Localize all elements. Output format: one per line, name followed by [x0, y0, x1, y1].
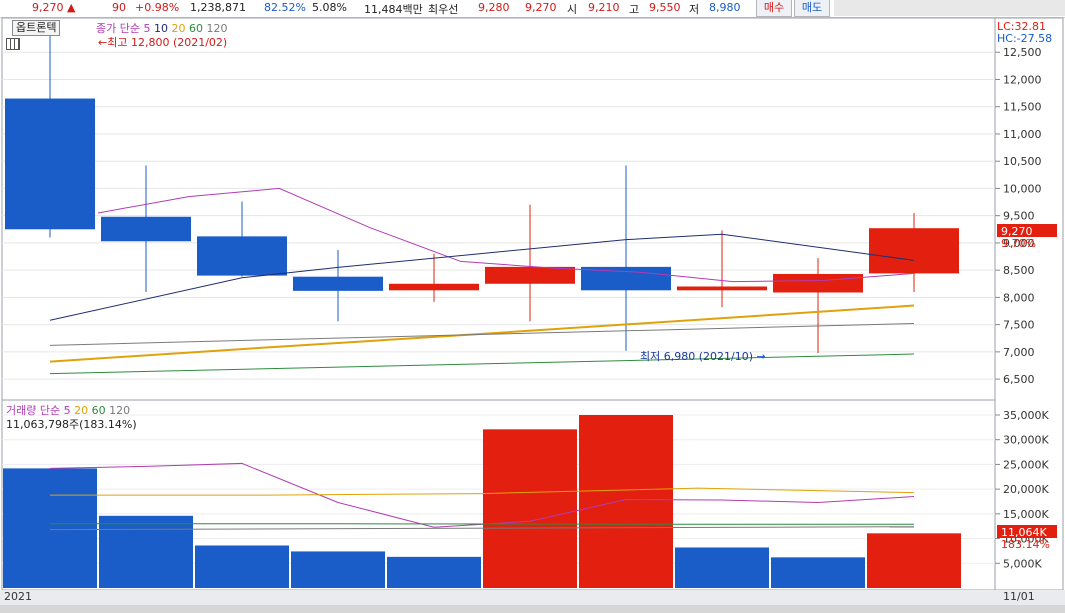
volume-tick-label: 15,000K [1003, 508, 1049, 521]
volume-info: 11,063,798주(183.14%) [6, 418, 137, 431]
low-note: 최저 6,980 (2021/10) → [640, 350, 766, 363]
volume-bar [675, 547, 769, 588]
price-tick-label: 12,000 [1003, 73, 1042, 86]
candle-body [869, 228, 959, 274]
price-tick-label: 6,500 [1003, 373, 1035, 386]
scrollbar[interactable] [0, 605, 1065, 613]
table-grid-icon[interactable] [6, 38, 20, 50]
volume-tick-label: 30,000K [1003, 434, 1049, 447]
candle-body [677, 286, 767, 291]
volume-bar [3, 468, 97, 588]
volume-tick-label: 5,000K [1003, 557, 1042, 570]
volume-bar [579, 415, 673, 588]
volume-tick-label: 20,000K [1003, 483, 1049, 496]
x-axis-left-label: 2021 [4, 590, 32, 603]
price-tick-label: 10,000 [1003, 182, 1042, 195]
hc-label: HC:-27.58 [997, 32, 1052, 45]
candle-body [293, 276, 383, 291]
price-tick-label: 11,000 [1003, 128, 1042, 141]
x-axis-right-label: 11/01 [1003, 590, 1035, 603]
price-tick-label: 7,500 [1003, 319, 1035, 332]
volume-bar [771, 557, 865, 588]
price-tick-label: 7,000 [1003, 346, 1035, 359]
candle-body [5, 98, 95, 230]
candle-body [101, 216, 191, 242]
price-tick-label: 9,500 [1003, 210, 1035, 223]
x-axis-bar [0, 590, 1065, 605]
candle-body [389, 283, 479, 291]
price-tick-label: 10,500 [1003, 155, 1042, 168]
volume-tick-label: 25,000K [1003, 458, 1049, 471]
volume-bar [99, 515, 193, 588]
volume-bar [867, 533, 961, 588]
volume-bar [387, 556, 481, 588]
volume-bar [195, 545, 289, 588]
price-tick-label: 11,500 [1003, 101, 1042, 114]
right-arrow-icon: → [756, 350, 766, 363]
candle-body [485, 266, 575, 284]
price-tick-label: 8,500 [1003, 264, 1035, 277]
price-tick-label: 12,500 [1003, 46, 1042, 59]
high-note: ←최고 12,800 (2021/02) [98, 36, 228, 49]
volume-tick-label: 35,000K [1003, 409, 1049, 422]
current-pct-tag: 9.70% [1001, 237, 1036, 250]
candle-body [197, 236, 287, 276]
stock-name-tab[interactable]: 옵트론텍 [12, 20, 61, 36]
current-volume-pct-tag: 183.14% [1001, 538, 1050, 551]
volume-bar [483, 429, 577, 588]
stock-chart[interactable]: 6,5007,0007,5008,0008,5009,0009,50010,00… [0, 0, 1065, 613]
left-arrow-icon: ← [98, 36, 108, 49]
volume-bar [291, 551, 385, 588]
price-tick-label: 8,000 [1003, 291, 1035, 304]
candle-body [773, 273, 863, 293]
